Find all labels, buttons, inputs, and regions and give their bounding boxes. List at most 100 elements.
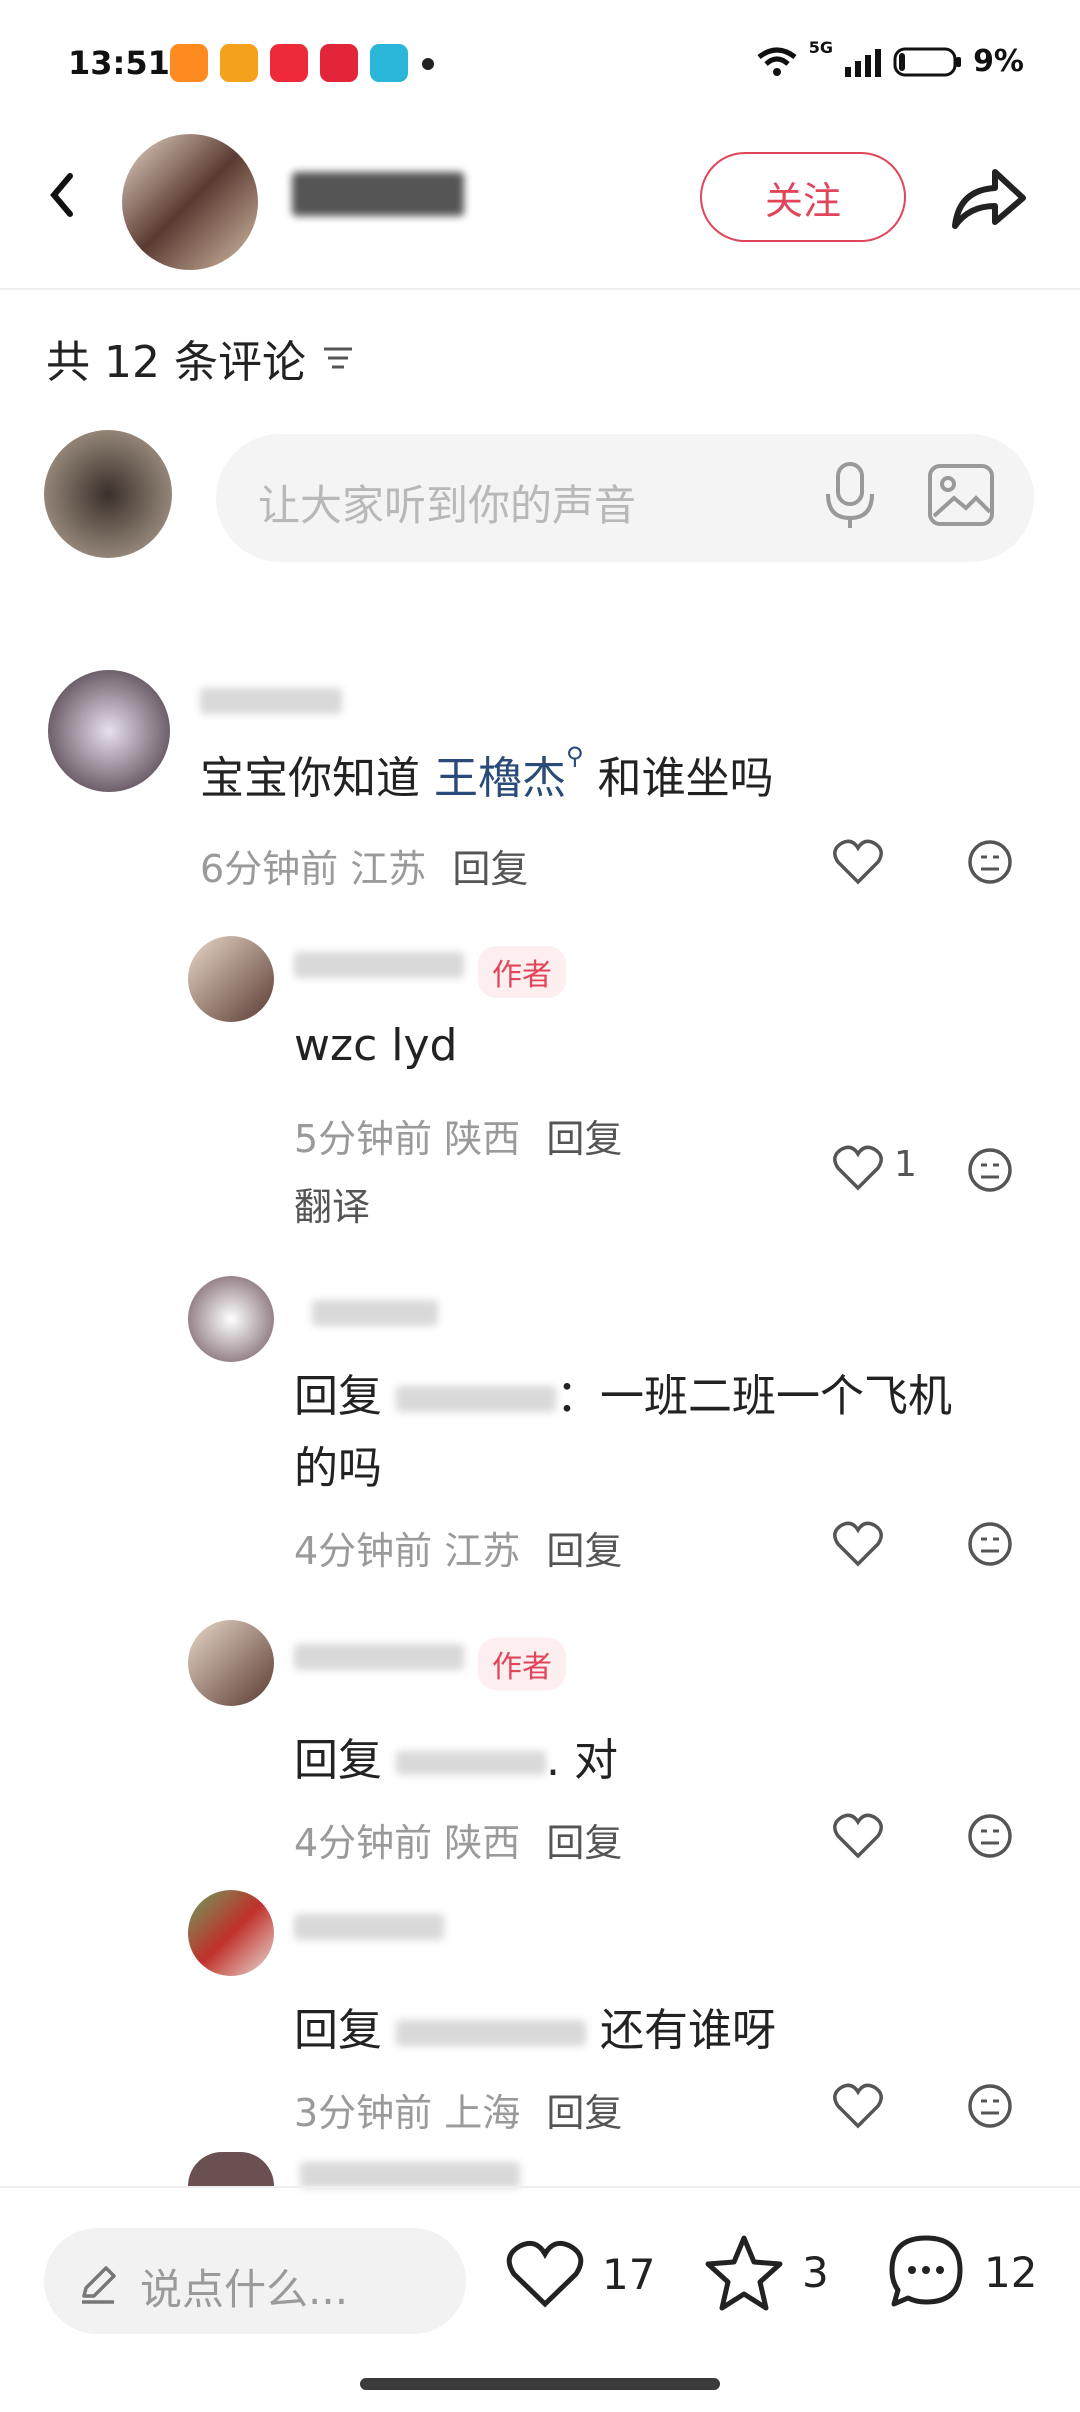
comment-count-text: 共 12 条评论: [46, 337, 306, 388]
comment-time: 6分钟前: [200, 847, 339, 891]
mentioned-user[interactable]: [396, 2020, 586, 2046]
comment-author[interactable]: [200, 688, 342, 714]
like-icon[interactable]: [832, 1144, 884, 1192]
reply-button[interactable]: 回复: [546, 1117, 622, 1161]
comment-meta: 6分钟前 江苏 回复: [200, 838, 528, 893]
notification-dot: [422, 58, 434, 70]
emoji-icon[interactable]: [966, 2082, 1014, 2130]
reply-time: 3分钟前: [294, 2091, 433, 2135]
reply-meta: 4分钟前 陕西 回复: [294, 1812, 622, 1867]
app-icon-player: [370, 44, 408, 82]
status-right: 5G 9%: [755, 38, 1024, 79]
like-icon[interactable]: [832, 2082, 884, 2130]
comment-input-placeholder: 让大家听到你的声音: [258, 481, 637, 530]
reply-text-suffix: . 对: [546, 1735, 618, 1786]
reply-text: 回复 ：一班二班一个飞机: [294, 1360, 952, 1424]
voice-button[interactable]: [820, 460, 880, 536]
reply-avatar[interactable]: [188, 1276, 274, 1362]
reply-text: 回复 还有谁呀: [294, 1994, 776, 2058]
like-icon[interactable]: [832, 1812, 884, 1860]
comment-text-suffix: 和谁坐吗: [583, 753, 774, 804]
reply-location: 上海: [444, 2091, 521, 2135]
author-name[interactable]: [292, 172, 464, 216]
reply-text: wzc lyd: [294, 1020, 458, 1071]
comment-total: 12: [984, 2247, 1038, 2297]
reply-avatar[interactable]: [188, 1620, 274, 1706]
reply-meta: 5分钟前 陕西 回复: [294, 1108, 622, 1163]
reply-prefix: 回复: [294, 1371, 382, 1422]
signal-icon: [845, 48, 882, 77]
reply-button[interactable]: 回复: [546, 2091, 622, 2135]
reply-location: 陕西: [444, 1821, 521, 1865]
collect-total: 3: [802, 2247, 829, 2297]
status-time: 13:51: [68, 44, 170, 82]
reply-author[interactable]: [294, 952, 464, 978]
reply-text: 回复 . 对: [294, 1724, 618, 1788]
network-type: 5G: [808, 38, 834, 57]
reply-text-line1: ：一班二班一个飞机: [556, 1371, 952, 1422]
reply-time: 5分钟前: [294, 1117, 433, 1161]
reply-item: 回复 还有谁呀 3分钟前 上海 回复: [0, 1884, 1080, 2135]
emoji-icon[interactable]: [966, 1146, 1014, 1194]
reply-time: 4分钟前: [294, 1529, 433, 1573]
battery-icon: [893, 47, 962, 76]
reply-avatar[interactable]: [188, 1890, 274, 1976]
comment-text-prefix: 宝宝你知道: [200, 753, 434, 804]
follow-button[interactable]: 关注: [700, 152, 906, 242]
reply-avatar[interactable]: [188, 2152, 274, 2186]
bottom-divider: [0, 2186, 1080, 2188]
share-button[interactable]: [945, 160, 1031, 240]
mention-link[interactable]: 王櫓杰: [434, 753, 566, 804]
app-icon-weibo: [220, 44, 258, 82]
app-icon-xiaohongshu: [270, 44, 308, 82]
reply-author[interactable]: [294, 1914, 444, 1940]
say-placeholder: 说点什么...: [140, 2265, 349, 2314]
like-total: 17: [602, 2249, 656, 2299]
wifi-icon: [757, 47, 797, 76]
reply-item: 回复 ：一班二班一个飞机 的吗 4分钟前 江苏 回复: [0, 1270, 1080, 1590]
app-icon-video: [170, 44, 208, 82]
like-button[interactable]: 17: [506, 2238, 655, 2310]
like-icon[interactable]: [832, 1520, 884, 1568]
reply-item: 作者 回复 . 对 4分钟前 陕西 回复: [0, 1614, 1080, 1865]
emoji-icon[interactable]: [966, 838, 1014, 886]
my-avatar: [44, 430, 172, 558]
mentioned-user[interactable]: [396, 1386, 556, 1412]
reply-author[interactable]: [312, 1300, 438, 1326]
like-count: 1: [894, 1144, 917, 1185]
reply-time: 4分钟前: [294, 1821, 433, 1865]
image-icon: [928, 464, 994, 526]
reply-location: 陕西: [444, 1117, 521, 1161]
reply-button[interactable]: 回复: [452, 847, 528, 891]
pencil-icon: [82, 2266, 116, 2304]
comment-button[interactable]: 12: [886, 2232, 1037, 2312]
mentioned-user[interactable]: [396, 1751, 546, 1775]
reply-meta: 3分钟前 上海 回复: [294, 2082, 622, 2137]
collect-button[interactable]: 3: [704, 2232, 829, 2312]
reply-button[interactable]: 回复: [546, 1821, 622, 1865]
sort-icon[interactable]: [320, 343, 356, 373]
author-avatar[interactable]: [122, 134, 258, 270]
microphone-icon: [826, 462, 874, 528]
author-badge: 作者: [478, 1638, 566, 1690]
reply-avatar[interactable]: [188, 936, 274, 1022]
like-icon[interactable]: [832, 838, 884, 886]
comment-avatar[interactable]: [48, 670, 170, 792]
home-indicator[interactable]: [360, 2378, 720, 2390]
reply-author[interactable]: [300, 2162, 520, 2188]
battery-percent: 9%: [973, 44, 1024, 79]
emoji-icon[interactable]: [966, 1520, 1014, 1568]
app-icon-shopping: [320, 44, 358, 82]
heart-icon: [506, 2240, 584, 2308]
emoji-icon[interactable]: [966, 1812, 1014, 1860]
translate-button[interactable]: 翻译: [294, 1176, 370, 1231]
image-button[interactable]: [926, 460, 996, 534]
reply-button[interactable]: 回复: [546, 1529, 622, 1573]
reply-item: 作者 wzc lyd 5分钟前 陕西 回复 翻译 1: [0, 930, 1080, 1230]
reply-meta: 4分钟前 江苏 回复: [294, 1520, 622, 1575]
reply-text-suffix: 还有谁呀: [600, 2005, 776, 2056]
author-badge: 作者: [478, 946, 566, 998]
comment-text: 宝宝你知道 王櫓杰⚲ 和谁坐吗: [200, 742, 774, 806]
reply-author[interactable]: [294, 1644, 464, 1670]
back-button[interactable]: [46, 170, 76, 224]
